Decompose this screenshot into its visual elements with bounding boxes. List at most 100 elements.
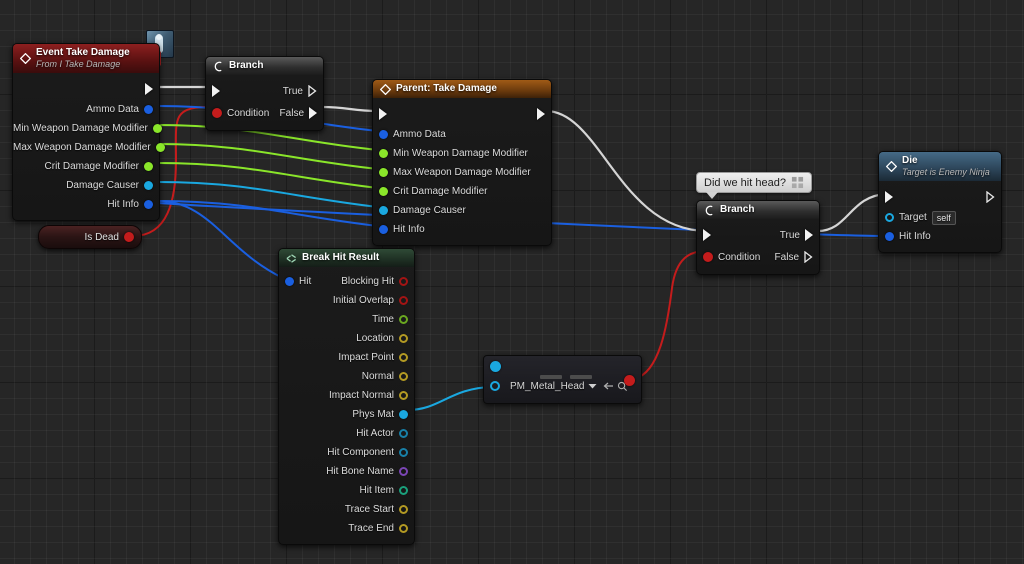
- pin-row-ammo-data: Ammo Data: [13, 100, 159, 119]
- node-equal-enum[interactable]: PM_Metal_Head: [483, 355, 642, 404]
- int-output-pin[interactable]: [399, 486, 408, 495]
- pin-label: Damage Causer: [66, 180, 139, 191]
- vector-output-pin[interactable]: [399, 372, 408, 381]
- pin-row-exec: [373, 103, 551, 125]
- struct-input-pin[interactable]: [379, 225, 388, 234]
- exec-output-pin[interactable]: [986, 191, 995, 203]
- node-title: Branch: [720, 204, 755, 215]
- pin-row-trace-start: Trace Start: [279, 500, 414, 519]
- node-subtitle: From I Take Damage: [36, 59, 121, 69]
- pin-label: Crit Damage Modifier: [393, 186, 488, 197]
- pin-label: Impact Point: [338, 352, 394, 363]
- pin-comment-icon[interactable]: [791, 176, 804, 189]
- struct-output-pin[interactable]: [144, 105, 153, 114]
- vector-output-pin[interactable]: [399, 524, 408, 533]
- event-diamond-icon: [380, 83, 391, 95]
- float-output-pin[interactable]: [144, 162, 153, 171]
- browse-magnifier-icon[interactable]: [617, 381, 628, 392]
- pin-label: Hit Item: [359, 485, 394, 496]
- pin-row-ammo-data: Ammo Data: [373, 125, 551, 144]
- vector-output-pin[interactable]: [399, 353, 408, 362]
- node-parent-take-damage[interactable]: Parent: Take Damage Ammo Data Min Weapon…: [372, 79, 552, 246]
- object-output-pin[interactable]: [399, 448, 408, 457]
- object-input-pin[interactable]: [490, 361, 501, 372]
- exec-output-pin-false[interactable]: [309, 107, 317, 119]
- pin-row-hit-item: Hit Item: [279, 481, 414, 500]
- event-diamond-icon: [20, 53, 31, 64]
- exec-output-pin-true[interactable]: [308, 85, 317, 97]
- equal-top-row: [484, 356, 641, 386]
- bool-input-pin[interactable]: [703, 252, 713, 262]
- pin-row-hit-info: Hit Info: [879, 227, 1001, 246]
- comment-bubble[interactable]: Did we hit head?: [696, 172, 812, 199]
- node-title: Parent: Take Damage: [396, 83, 497, 94]
- exec-output-pin-true[interactable]: [805, 229, 813, 241]
- node-break-hit-result[interactable]: Break Hit Result Hit Blocking Hit Initia…: [278, 248, 415, 545]
- name-output-pin[interactable]: [399, 467, 408, 476]
- exec-output-pin-false[interactable]: [804, 251, 813, 263]
- struct-input-pin[interactable]: [285, 277, 294, 286]
- struct-output-pin[interactable]: [144, 200, 153, 209]
- exec-output-pin[interactable]: [537, 108, 545, 120]
- node-header: Parent: Take Damage: [373, 80, 551, 98]
- node-event-take-damage[interactable]: Event Take Damage From I Take Damage Amm…: [12, 43, 165, 221]
- float-input-pin[interactable]: [379, 187, 388, 196]
- vector-output-pin[interactable]: [399, 505, 408, 514]
- enum-input-pin[interactable]: [490, 381, 500, 391]
- float-input-pin[interactable]: [379, 168, 388, 177]
- blueprint-graph-canvas[interactable]: Event Take Damage From I Take Damage Amm…: [0, 0, 1024, 564]
- exec-output-pin[interactable]: [145, 83, 153, 95]
- object-output-pin[interactable]: [399, 410, 408, 419]
- object-input-pin[interactable]: [379, 206, 388, 215]
- float-input-pin[interactable]: [379, 149, 388, 158]
- node-header: Branch: [697, 201, 819, 219]
- float-output-pin[interactable]: [152, 124, 162, 133]
- false-label: False: [279, 107, 304, 119]
- branch-icon: [214, 61, 222, 71]
- enum-value-label[interactable]: PM_Metal_Head: [510, 381, 584, 392]
- node-branch-1[interactable]: Branch True Condition False: [205, 56, 324, 131]
- node-title: Break Hit Result: [302, 252, 380, 263]
- exec-input-pin[interactable]: [703, 229, 711, 241]
- pin-label: Target: [899, 212, 927, 223]
- node-header: Event Take Damage From I Take Damage: [13, 44, 159, 73]
- pin-label: Hit Bone Name: [326, 466, 394, 477]
- bool-input-pin[interactable]: [212, 108, 222, 118]
- node-branch-2[interactable]: Branch True Condition False: [696, 200, 820, 275]
- pin-label: Phys Mat: [352, 409, 394, 420]
- reset-arrow-icon[interactable]: [603, 381, 614, 391]
- struct-input-pin[interactable]: [885, 232, 894, 241]
- float-output-pin[interactable]: [155, 143, 165, 152]
- exec-input-pin[interactable]: [212, 85, 220, 97]
- bool-output-pin[interactable]: [124, 232, 134, 242]
- pin-label: Max Weapon Damage Modifier: [393, 167, 531, 178]
- object-output-pin[interactable]: [399, 429, 408, 438]
- pin-row-min-weapon-damage-modifier: Min Weapon Damage Modifier: [13, 119, 162, 138]
- struct-input-pin[interactable]: [379, 130, 388, 139]
- exec-input-pin[interactable]: [885, 191, 893, 203]
- node-die[interactable]: Die Target is Enemy Ninja Target self Hi…: [878, 151, 1002, 253]
- node-is-dead-variable[interactable]: Is Dead: [38, 225, 142, 249]
- pin-label: Blocking Hit: [341, 276, 394, 287]
- pin-label: Hit Info: [393, 224, 425, 235]
- pin-row-normal: Normal: [279, 367, 414, 386]
- chevron-down-icon[interactable]: [588, 383, 597, 390]
- pin-label: Crit Damage Modifier: [44, 161, 139, 172]
- pin-row-phys-mat: Phys Mat: [279, 405, 414, 424]
- bool-output-pin[interactable]: [399, 277, 408, 286]
- pin-label: Trace Start: [344, 504, 394, 515]
- exec-input-pin[interactable]: [379, 108, 387, 120]
- pin-row-hit-actor: Hit Actor: [279, 424, 414, 443]
- pin-label: Max Weapon Damage Modifier: [13, 142, 151, 153]
- bool-output-pin[interactable]: [399, 296, 408, 305]
- pin-label: Ammo Data: [393, 129, 446, 140]
- vector-output-pin[interactable]: [399, 391, 408, 400]
- target-self-value[interactable]: self: [931, 210, 956, 225]
- float-output-pin[interactable]: [399, 315, 408, 324]
- vector-output-pin[interactable]: [399, 334, 408, 343]
- pin-row-trace-end: Trace End: [279, 519, 414, 538]
- variable-label: Is Dead: [84, 231, 119, 243]
- object-output-pin[interactable]: [144, 181, 153, 190]
- pin-label: Trace End: [348, 523, 394, 534]
- object-input-pin[interactable]: [885, 213, 894, 222]
